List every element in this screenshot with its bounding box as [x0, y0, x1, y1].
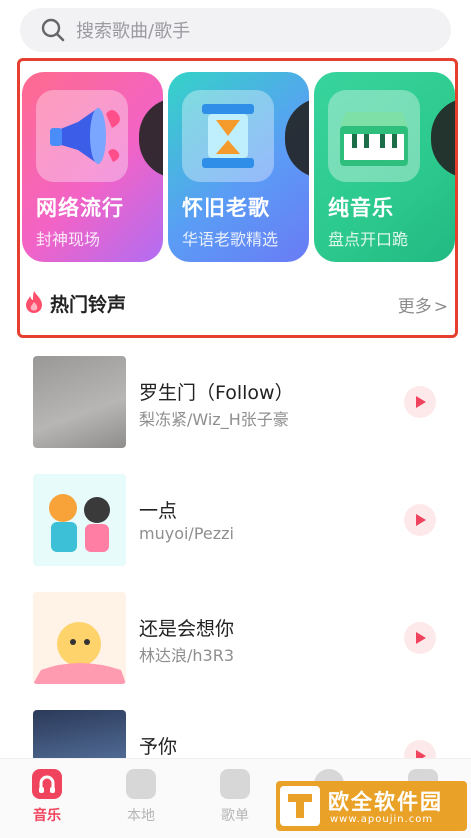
highlight-box — [17, 58, 458, 338]
song-title: 还是会想你 — [139, 618, 235, 640]
album-cover — [33, 592, 126, 684]
music-icon — [32, 769, 62, 799]
song-artist: 林达浪/h3R3 — [139, 646, 235, 665]
list-item[interactable]: 还是会想你 林达浪/h3R3 — [0, 592, 471, 692]
tab-label: 歌单 — [221, 808, 249, 824]
play-icon — [416, 514, 426, 526]
tab-label: 音乐 — [33, 808, 61, 824]
watermark-logo-icon — [280, 786, 320, 826]
play-button[interactable] — [404, 504, 436, 536]
song-title: 一点 — [139, 500, 178, 522]
search-bar[interactable]: 搜索歌曲/歌手 — [20, 8, 451, 52]
song-title: 予你 — [139, 736, 178, 758]
album-cover — [33, 474, 126, 566]
song-artist: muyoi/Pezzi — [139, 524, 234, 543]
play-button[interactable] — [404, 622, 436, 654]
song-title: 罗生门（Follow） — [139, 382, 294, 404]
search-placeholder: 搜索歌曲/歌手 — [76, 21, 191, 42]
album-cover — [33, 356, 126, 448]
tab-playlist[interactable]: 歌单 — [205, 769, 265, 825]
play-button[interactable] — [404, 386, 436, 418]
search-icon — [41, 18, 65, 42]
song-artist: 梨冻紧/Wiz_H张子豪 — [139, 410, 289, 429]
watermark: 欧全软件园 www.apoujin.com — [276, 781, 467, 831]
list-item[interactable]: 罗生门（Follow） 梨冻紧/Wiz_H张子豪 — [0, 356, 471, 456]
local-music-icon — [126, 769, 156, 799]
playlist-icon — [220, 769, 250, 799]
tab-local[interactable]: 本地 — [111, 769, 171, 825]
play-icon — [416, 632, 426, 644]
list-item[interactable]: 一点 muyoi/Pezzi — [0, 474, 471, 574]
play-icon — [416, 396, 426, 408]
watermark-text: 欧全软件园 — [328, 790, 443, 814]
tab-music[interactable]: 音乐 — [17, 769, 77, 825]
watermark-url: www.apoujin.com — [330, 814, 434, 825]
tab-label: 本地 — [127, 808, 155, 824]
